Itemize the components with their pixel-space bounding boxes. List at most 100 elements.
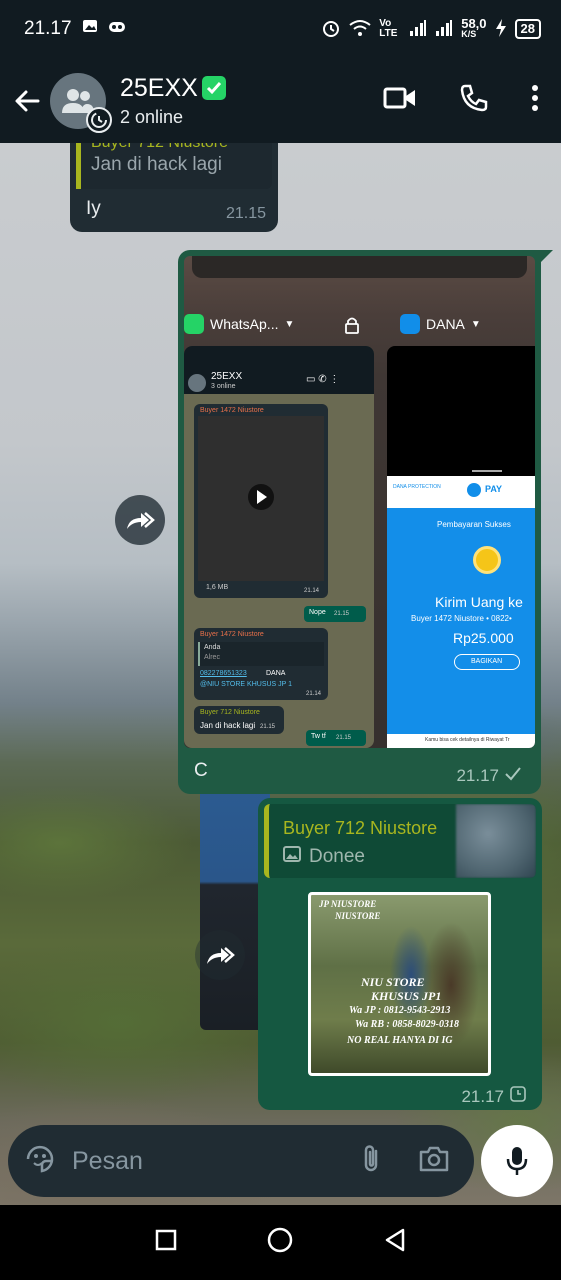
promo-line6: Wa RB : 0858-8029-0318 xyxy=(355,1019,459,1030)
dana-recipient: Buyer 1472 Niustore • 0822• xyxy=(411,614,512,623)
back-arrow-icon[interactable] xyxy=(12,86,42,116)
mini-reply-time: 21.15 xyxy=(334,611,350,617)
dana-app-icon xyxy=(400,314,420,334)
sticker-icon[interactable] xyxy=(24,1143,56,1180)
promo-image[interactable]: JP NIUSTORE NIUSTORE NIU STORE KHUSUS JP… xyxy=(308,892,491,1076)
recent-app-whatsapp: WhatsAp... ▼ xyxy=(184,314,294,334)
recents-square-icon[interactable] xyxy=(154,1228,178,1257)
dana-card: DANA PROTECTION PAY Pembayaran Sukses Ki… xyxy=(387,346,535,748)
mini-sender-3: Buyer 712 Niustore xyxy=(200,709,260,716)
dana-share-label: BAGIKAN xyxy=(471,658,503,665)
mini-avatar xyxy=(188,374,206,392)
mini-quote-name: Anda xyxy=(204,644,221,651)
chat-header: 25EXX 2 online xyxy=(0,58,561,143)
mini-video-message: Buyer 1472 Niustore 1,6 MB 21.14 xyxy=(194,404,328,598)
gallery-icon xyxy=(82,18,98,40)
voice-call-icon[interactable] xyxy=(459,83,489,118)
message-outgoing-image[interactable]: WhatsAp... ▼ DANA ▼ 25EXX 3 online ▭ ✆ ⋮… xyxy=(178,250,553,794)
net-unit: K/S xyxy=(461,29,477,39)
message-outgoing-reply[interactable]: Buyer 712 Niustore Donee JP NIUSTORE NIU… xyxy=(258,798,542,1110)
wifi-icon xyxy=(349,19,371,40)
battery-level: 28 xyxy=(514,19,541,39)
recent-app-dana: DANA ▼ xyxy=(400,314,481,334)
chat-subtitle: 2 online xyxy=(120,106,184,127)
mini-quote-text: Alrec xyxy=(204,654,220,661)
mini-reply-bubble-2: Tw tf 21.15 xyxy=(306,730,366,746)
chevron-down-icon: ▼ xyxy=(470,318,481,330)
mini-reply2-text: Tw tf xyxy=(311,733,326,740)
dana-amount: Rp25.000 xyxy=(453,630,514,646)
image-caption: C xyxy=(194,760,208,781)
promo-line1: JP NIUSTORE xyxy=(319,899,377,909)
whatsapp-card: 25EXX 3 online ▭ ✆ ⋮ Buyer 1472 Niustore… xyxy=(184,346,374,748)
dana-top: DANA PROTECTION PAY xyxy=(387,476,535,508)
mini-chat-subtitle: 3 online xyxy=(211,383,236,390)
camera-icon[interactable] xyxy=(418,1145,450,1178)
voice-record-button[interactable] xyxy=(481,1125,553,1197)
quoted-message[interactable]: Buyer 712 Niustore Donee xyxy=(264,804,536,878)
recent-app-whatsapp-label: WhatsAp... xyxy=(210,316,279,332)
message-time: 21.17 xyxy=(461,1086,504,1106)
status-time: 21.17 xyxy=(24,18,72,39)
chevron-down-icon: ▼ xyxy=(284,318,295,330)
lock-icon xyxy=(344,316,360,339)
video-call-icon[interactable] xyxy=(383,86,417,115)
photo-icon xyxy=(283,846,301,868)
microphone-icon xyxy=(506,1147,528,1175)
net-speed: 58,0 xyxy=(461,16,487,31)
mini-reply2-time: 21.15 xyxy=(336,735,352,741)
dana-protection: DANA PROTECTION xyxy=(393,484,441,490)
game-controller-icon xyxy=(108,18,126,40)
whatsapp-app-icon xyxy=(184,314,204,334)
charging-icon xyxy=(495,18,507,40)
mini-phone-suffix: DANA xyxy=(266,670,286,677)
message-input[interactable]: Pesan xyxy=(72,1147,143,1176)
mini-quote: Anda Alrec xyxy=(198,642,324,666)
image-attachment[interactable]: WhatsAp... ▼ DANA ▼ 25EXX 3 online ▭ ✆ ⋮… xyxy=(184,256,535,748)
back-triangle-icon[interactable] xyxy=(383,1227,407,1258)
play-triangle-icon xyxy=(257,490,267,504)
forward-button[interactable] xyxy=(195,930,245,980)
quoted-text: Jan di hack lagi xyxy=(91,154,222,175)
mini-phone: 082278651323 xyxy=(200,670,247,677)
mini-header-icons: ▭ ✆ ⋮ xyxy=(306,374,340,385)
status-bar: 21.17 Vo LTE 58,0 K/S 28 xyxy=(0,0,561,58)
group-avatar[interactable] xyxy=(50,72,112,133)
quoted-thumbnail xyxy=(456,804,536,878)
dana-success-panel: Pembayaran Sukses Kirim Uang ke Buyer 14… xyxy=(387,508,535,734)
more-options-icon[interactable] xyxy=(531,84,539,117)
mini-msg3-time: 21.15 xyxy=(260,724,276,730)
message-time: 21.15 xyxy=(225,205,266,222)
promo-line7: NO REAL HANYA DI IG xyxy=(347,1035,453,1046)
paperclip-icon[interactable] xyxy=(360,1143,382,1180)
chat-title[interactable]: 25EXX xyxy=(120,74,198,103)
mini-hack-text: Jan di hack lagi xyxy=(200,721,256,730)
mini-reply-bubble: Nope 21.15 xyxy=(304,606,366,622)
quoted-message[interactable]: Buyer 712 Niustore Jan di hack lagi xyxy=(76,143,272,189)
signal-icon-2 xyxy=(435,19,453,40)
home-circle-icon[interactable] xyxy=(266,1226,294,1259)
forward-icon xyxy=(207,947,235,964)
promo-line5: Wa JP : 0812-9543-2913 xyxy=(349,1005,451,1016)
promo-line3: NIU STORE xyxy=(361,975,425,989)
quoted-sender: Buyer 712 Niustore xyxy=(283,818,438,838)
check-mark-icon xyxy=(201,76,226,100)
dana-handle xyxy=(472,470,502,472)
forward-icon xyxy=(127,512,155,529)
forward-button[interactable] xyxy=(115,495,165,545)
dana-footer-text: Kamu bisa cek detailnya di Riwayat Tr xyxy=(425,737,510,743)
volte-label: Vo LTE xyxy=(379,18,398,39)
quoted-sender: Buyer 712 Niustore xyxy=(91,143,262,152)
mini-chat-title: 25EXX xyxy=(211,371,243,382)
mini-video-size: 1,6 MB xyxy=(206,584,229,591)
dana-footer: Kamu bisa cek detailnya di Riwayat Tr xyxy=(387,734,535,748)
signal-icon-1 xyxy=(409,19,427,40)
message-text: Iy xyxy=(86,198,101,219)
message-time: 21.17 xyxy=(456,766,521,786)
sent-check-icon xyxy=(505,766,521,786)
dana-pay-icon xyxy=(467,483,481,497)
community-timer-badge xyxy=(86,106,112,133)
message-incoming[interactable]: Buyer 712 Niustore Jan di hack lagi Iy 2… xyxy=(70,143,278,232)
dana-headline: Kirim Uang ke xyxy=(435,594,523,610)
mini-dana-message: Buyer 1472 Niustore Anda Alrec 082278651… xyxy=(194,628,328,700)
